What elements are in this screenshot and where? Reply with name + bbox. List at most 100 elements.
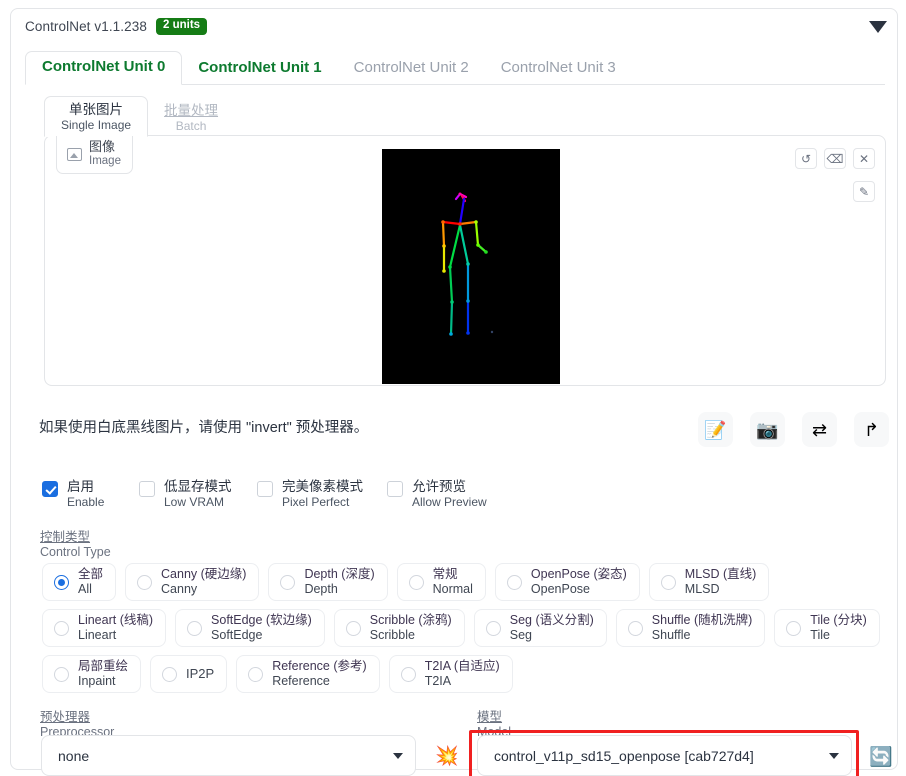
control-type-tile-cn: Tile (分块) [810, 613, 867, 628]
units-badge: 2 units [155, 17, 208, 35]
checkbox-enable-cn: 启用 [67, 479, 94, 494]
image-icon [67, 147, 82, 161]
control-type-canny-en: Canny [161, 582, 198, 596]
preprocessor-value: none [58, 747, 90, 764]
control-type-depth[interactable]: Depth (深度) Depth [268, 563, 388, 601]
control-type-shuffle[interactable]: Shuffle (随机洗牌) Shuffle [615, 609, 766, 647]
control-type-ip2p[interactable]: IP2P [150, 655, 228, 693]
tab-batch-cn: 批量处理 [164, 102, 219, 118]
tab-controlnet-unit-0[interactable]: ControlNet Unit 0 [25, 51, 183, 85]
checkbox-low-vram-cn: 低显存模式 [164, 479, 232, 494]
preprocessor-label-cn: 预处理器 [40, 710, 91, 724]
radio-scribble[interactable] [345, 620, 361, 636]
control-type-lineart[interactable]: Lineart (线稿) Lineart [42, 609, 167, 647]
radio-lineart[interactable] [54, 620, 69, 636]
control-type-t2ia[interactable]: T2IA (自适应) T2IA [388, 655, 513, 693]
close-icon[interactable]: ✕ [853, 148, 875, 169]
radio-tile[interactable] [786, 620, 802, 636]
checkbox-low-vram-en: Low VRAM [164, 495, 225, 510]
radio-inpaint[interactable] [54, 666, 69, 682]
tab-batch[interactable]: 批量处理 Batch [148, 98, 234, 137]
hint-row: 如果使用白底黑线图片，请使用 "invert" 预处理器。 📝 📷 ⇄ ↱ [39, 412, 889, 458]
send-button[interactable]: ↱ [854, 412, 889, 447]
edit-note-button[interactable]: 📝 [698, 412, 733, 447]
control-type-lineart-en: Lineart [78, 628, 117, 642]
tab-controlnet-unit-2[interactable]: ControlNet Unit 2 [338, 53, 485, 85]
control-type-softedge[interactable]: SoftEdge (软边缘) SoftEdge [175, 609, 325, 647]
control-type-label-cn: 控制类型 [40, 530, 91, 544]
control-type-lineart-cn: Lineart (线稿) [78, 613, 154, 628]
eraser-icon[interactable]: ⌫ [824, 148, 846, 169]
checkbox-low-vram-box[interactable] [139, 481, 155, 497]
checkbox-low-vram[interactable]: 低显存模式 Low VRAM [139, 479, 232, 510]
control-type-normal[interactable]: 常规 Normal [396, 563, 486, 601]
chevron-down-icon-model[interactable] [829, 752, 839, 759]
refresh-icon[interactable]: 🔄 [866, 742, 896, 772]
radio-reference[interactable] [248, 666, 264, 682]
preprocessor-dropdown[interactable]: none [41, 735, 416, 776]
radio-canny[interactable] [137, 574, 153, 590]
control-type-mlsd-cn: MLSD (直线) [684, 567, 757, 582]
radio-all[interactable] [54, 574, 69, 590]
control-type-canny[interactable]: Canny (硬边缘) Canny [125, 563, 260, 601]
control-type-reference-cn: Reference (参考) [272, 659, 367, 674]
unit-tab-bar: ControlNet Unit 0 ControlNet Unit 1 Cont… [25, 51, 885, 85]
radio-ip2p[interactable] [162, 666, 178, 682]
controlnet-accordion: ControlNet v1.1.238 2 units ControlNet U… [10, 8, 898, 776]
checkbox-allow-preview-box[interactable] [387, 481, 403, 497]
control-type-label-en: Control Type [40, 545, 111, 559]
image-chip-label-cn: 图像 [89, 139, 116, 154]
chevron-down-icon-preprocessor[interactable] [393, 752, 403, 759]
control-type-options: 全部 All Canny (硬边缘) Canny Depth (深度) Depth 常… [42, 563, 887, 693]
model-dropdown[interactable]: control_v11p_sd15_openpose [cab727d4] [477, 735, 852, 776]
tab-controlnet-unit-1[interactable]: ControlNet Unit 1 [182, 53, 337, 85]
radio-seg[interactable] [485, 620, 501, 636]
control-type-softedge-cn: SoftEdge (软边缘) [211, 613, 312, 628]
radio-openpose[interactable] [506, 574, 522, 590]
radio-t2ia[interactable] [400, 666, 416, 682]
pose-preview-image [382, 149, 560, 384]
image-source-chip: 图像 Image [56, 136, 133, 175]
control-type-seg-cn: Seg (语义分割) [509, 613, 594, 628]
control-type-inpaint[interactable]: 局部重绘 Inpaint [42, 655, 142, 693]
checkbox-allow-preview[interactable]: 允许预览 Allow Preview [387, 479, 487, 510]
control-type-reference[interactable]: Reference (参考) Reference [236, 655, 380, 693]
control-type-tile-en: Tile [810, 628, 830, 642]
control-type-all[interactable]: 全部 All [42, 563, 117, 601]
checkbox-pixel-perfect-en: Pixel Perfect [282, 495, 350, 510]
control-type-depth-en: Depth [304, 582, 338, 596]
control-type-all-cn: 全部 [78, 567, 104, 582]
control-type-mlsd[interactable]: MLSD (直线) MLSD [648, 563, 770, 601]
camera-button[interactable]: 📷 [750, 412, 785, 447]
accordion-header[interactable]: ControlNet v1.1.238 2 units [11, 9, 897, 43]
control-type-softedge-en: SoftEdge [211, 628, 263, 642]
image-drop-area[interactable]: 图像 Image ↺ ⌫ ✕ ✎ [44, 135, 886, 386]
model-label-cn: 模型 [477, 710, 503, 724]
control-type-openpose-en: OpenPose [530, 582, 590, 596]
radio-depth[interactable] [280, 574, 296, 590]
control-type-scribble-cn: Scribble (涂鸦) [369, 613, 452, 628]
tab-single-image-cn: 单张图片 [69, 101, 124, 117]
control-type-inpaint-cn: 局部重绘 [78, 659, 129, 674]
checkbox-pixel-perfect-box[interactable] [257, 481, 273, 497]
checkbox-pixel-perfect[interactable]: 完美像素模式 Pixel Perfect [257, 479, 363, 510]
tab-batch-en: Batch [175, 118, 207, 133]
control-type-tile[interactable]: Tile (分块) Tile [774, 609, 880, 647]
radio-normal[interactable] [408, 574, 424, 590]
radio-shuffle[interactable] [627, 620, 643, 636]
tab-single-image[interactable]: 单张图片 Single Image [44, 95, 149, 137]
explode-icon[interactable]: 💥 [432, 741, 462, 771]
pen-icon[interactable]: ✎ [853, 181, 875, 202]
swap-button[interactable]: ⇄ [802, 412, 837, 447]
tab-controlnet-unit-3[interactable]: ControlNet Unit 3 [485, 53, 632, 85]
radio-mlsd[interactable] [660, 574, 676, 590]
undo-icon[interactable]: ↺ [795, 148, 817, 169]
options-checkbox-row: 启用 Enable 低显存模式 Low VRAM 完美像素模式 Pixel Pe… [42, 479, 892, 511]
control-type-openpose[interactable]: OpenPose (姿态) OpenPose [494, 563, 640, 601]
control-type-scribble[interactable]: Scribble (涂鸦) Scribble [333, 609, 465, 647]
chevron-down-icon[interactable] [869, 21, 887, 33]
control-type-seg[interactable]: Seg (语义分割) Seg [473, 609, 607, 647]
checkbox-enable[interactable]: 启用 Enable [42, 479, 104, 510]
checkbox-enable-box[interactable] [42, 481, 58, 497]
radio-softedge[interactable] [187, 620, 203, 636]
